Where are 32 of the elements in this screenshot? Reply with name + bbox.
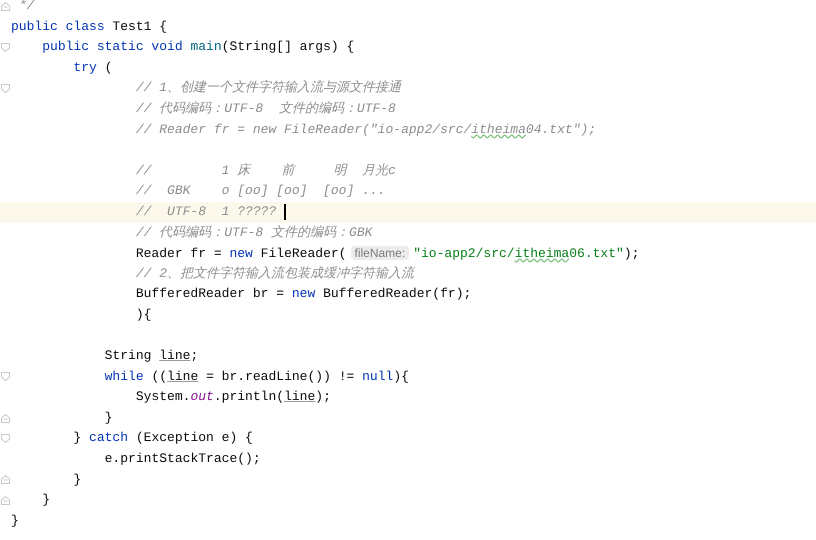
code-line: try ( <box>73 58 112 77</box>
fold-icon[interactable] <box>1 42 10 52</box>
code-line: e.printStackTrace(); <box>104 450 261 468</box>
code-line: // UTF-8 1 ????? <box>136 202 278 221</box>
code-line: Reader fr = new FileReader( fileName: "io-app2/src/itheima06.txt"); <box>136 244 640 263</box>
code-line: } catch (Exception e) { <box>73 429 253 448</box>
fold-icon[interactable] <box>1 496 10 506</box>
code-line: // 1、创建一个文件字符输入流与源文件接通 <box>136 79 402 98</box>
code-line: // GBK o [oo] [oo] [oo] ... <box>136 182 386 200</box>
code-line: // 代码编码：UTF-8 文件的编码：GBK <box>136 224 372 242</box>
fold-icon[interactable] <box>1 475 10 484</box>
code-line: public class Test1 { <box>11 18 168 36</box>
code-line: ){ <box>136 306 152 324</box>
code-line: // 代码编码：UTF-8 文件的编码：UTF-8 <box>136 100 396 118</box>
code-line: System.out.println(line); <box>136 388 331 406</box>
code-line: } <box>42 491 50 510</box>
code-line: String line; <box>104 347 198 366</box>
code-line: BufferedReader br = new BufferedReader(fr); <box>136 285 472 304</box>
code-line: } <box>73 470 82 489</box>
fold-icon[interactable] <box>1 372 10 382</box>
fold-icon[interactable] <box>1 84 10 94</box>
code-line: } <box>104 408 112 427</box>
code-line: public static void main(String[] args) { <box>42 38 354 56</box>
fold-icon[interactable] <box>1 2 10 11</box>
code-line: // Reader fr = new FileReader("io-app2/src/itheima04.txt"); <box>136 120 596 139</box>
fold-icon[interactable] <box>1 414 10 423</box>
code-line: } <box>11 512 19 530</box>
code-line: while ((line = br.readLine()) != null){ <box>104 368 409 386</box>
fold-icon[interactable] <box>1 434 10 444</box>
code-line: // 2、把文件字符输入流包装成缓冲字符输入流 <box>136 264 414 283</box>
text-caret <box>284 204 286 220</box>
code-line: // 1 床 前 明 月光c <box>136 162 396 180</box>
